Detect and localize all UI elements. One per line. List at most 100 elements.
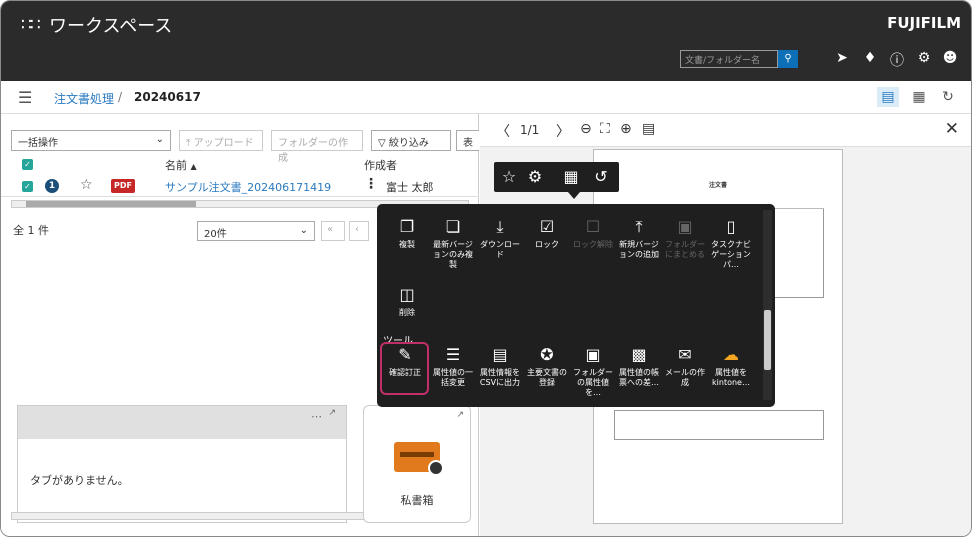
mailbox-panel[interactable]: ↗ 私書箱 bbox=[363, 405, 471, 523]
delete-label: 削除 bbox=[399, 308, 415, 317]
lock-icon: ☑ bbox=[539, 217, 555, 236]
menu-scrollbar[interactable] bbox=[763, 210, 772, 400]
task-navigation-button[interactable]: ▯ タスクナビゲーションパ… bbox=[708, 217, 754, 270]
confirm-correct-icon: ✎ bbox=[398, 345, 412, 364]
csv-export-label: 属性情報をCSVに出力 bbox=[479, 368, 521, 387]
chevron-down-icon: ⌄ bbox=[155, 134, 164, 145]
scrollbar-thumb[interactable] bbox=[26, 201, 196, 207]
confirm-correct-label: 確認訂正 bbox=[389, 368, 421, 377]
kintone-icon: ☁ bbox=[723, 345, 739, 364]
tab-panel-header: ⋯ ↗ bbox=[18, 406, 346, 439]
delete-button[interactable]: ◫ 削除 bbox=[384, 285, 430, 318]
gear-icon[interactable]: ⚙ bbox=[915, 50, 933, 66]
mail-create-label: メールの作成 bbox=[665, 368, 705, 387]
display-label: 表示 bbox=[463, 138, 473, 149]
fit-page-icon[interactable]: ⛶ bbox=[600, 121, 610, 137]
csv-export-button[interactable]: ▤ 属性情報をCSVに出力 bbox=[477, 345, 523, 388]
ledger-label: 属性値の帳票への差… bbox=[619, 368, 659, 387]
prev-page-icon[interactable]: 〈 bbox=[496, 121, 510, 141]
table-row[interactable]: ✓ 1 ☆ PDF サンプル注文書_202406171419 ⋮ 富士 太郎 bbox=[1, 175, 479, 197]
mail-create-button[interactable]: ✉ メールの作成 bbox=[662, 345, 708, 388]
upload-button[interactable]: ⤒ アップロード bbox=[179, 130, 263, 151]
column-creator-header[interactable]: 作成者 bbox=[364, 157, 397, 173]
list-view-icon[interactable]: ▤ bbox=[877, 87, 899, 107]
mailbox-label: 私書箱 bbox=[400, 494, 434, 507]
apps-grid-icon[interactable]: ▦ bbox=[560, 167, 582, 186]
expand-icon[interactable]: ↗ bbox=[328, 408, 336, 418]
app-window: ∷∷ ワークスペース FUJIFILM 文書/フォルダー名 ⚲ ➤ ♦ ⓘ ⚙ … bbox=[0, 0, 972, 537]
search-icon[interactable]: ⚲ bbox=[778, 50, 798, 68]
pdf-file-icon: PDF bbox=[111, 179, 135, 193]
page-size-select[interactable]: 20件 ⌄ bbox=[197, 221, 315, 241]
grid-view-icon[interactable]: ▦ bbox=[908, 87, 930, 107]
attr-bulk-label: 属性値の一括変更 bbox=[433, 368, 473, 387]
new-folder-button[interactable]: フォルダーの作成 bbox=[271, 130, 363, 164]
quick-toolbar: ☆ ⚙ ▦ ↺ bbox=[494, 162, 619, 192]
select-all-checkbox[interactable]: ✓ bbox=[22, 159, 33, 170]
menu-scrollbar-thumb[interactable] bbox=[764, 310, 771, 370]
hamburger-menu-icon[interactable]: ☰ bbox=[18, 88, 32, 107]
prev-page-button[interactable]: ‹ bbox=[349, 221, 369, 241]
document-name-link[interactable]: サンプル注文書_202406171419 bbox=[165, 179, 331, 195]
close-icon[interactable]: ✕ bbox=[945, 119, 959, 139]
download-label: ダウンロード bbox=[480, 240, 520, 259]
bulk-operation-select[interactable]: 一括操作 ⌄ bbox=[11, 130, 171, 151]
copy-icon: ❐ bbox=[399, 217, 415, 236]
star-icon[interactable]: ☆ bbox=[498, 167, 520, 186]
column-name-header[interactable]: 名前 ▲ bbox=[165, 157, 197, 173]
chevron-down-icon: ⌄ bbox=[299, 225, 308, 236]
bell-icon[interactable]: ♦ bbox=[861, 50, 879, 66]
unlock-icon: ☐ bbox=[585, 217, 601, 236]
bulk-operation-label: 一括操作 bbox=[18, 138, 58, 149]
download-button[interactable]: ⤓ ダウンロード bbox=[477, 217, 523, 260]
search-input[interactable]: 文書/フォルダー名 bbox=[680, 50, 778, 68]
expand-icon[interactable]: ↗ bbox=[456, 410, 464, 420]
unlock-label: ロック解除 bbox=[573, 240, 613, 249]
user-icon[interactable]: ☻ bbox=[941, 50, 959, 66]
breadcrumb-current: 20240617 bbox=[134, 90, 201, 104]
app-launcher-icon[interactable]: ∷∷ bbox=[21, 15, 41, 35]
folder-attr-button[interactable]: ▣ フォルダーの属性値を… bbox=[570, 345, 616, 398]
filter-button[interactable]: ▽ 絞り込み bbox=[371, 130, 451, 151]
folder-merge-button[interactable]: ▣ フォルダーにまとめる bbox=[662, 217, 708, 260]
zoom-out-icon[interactable]: ⊖ bbox=[580, 121, 592, 137]
gear-icon[interactable]: ⚙ bbox=[524, 167, 546, 186]
attr-bulk-button[interactable]: ☰ 属性値の一括変更 bbox=[430, 345, 476, 388]
lock-button[interactable]: ☑ ロック bbox=[524, 217, 570, 250]
filter-label: 絞り込み bbox=[388, 138, 429, 149]
main-doc-button[interactable]: ✪ 主要文書の登録 bbox=[524, 345, 570, 388]
action-menu: ❐ 複製 ❏ 最新バージョンのみ複製 ⤓ ダウンロード ☑ ロック ☐ ロック解除 ⤒ 新規… bbox=[377, 204, 775, 407]
version-badge: 1 bbox=[45, 179, 59, 193]
new-version-button[interactable]: ⤒ 新規バージョンの追加 bbox=[616, 217, 662, 260]
star-icon[interactable]: ☆ bbox=[80, 177, 93, 193]
brand-logo: FUJIFILM bbox=[887, 14, 961, 32]
copy-latest-button[interactable]: ❏ 最新バージョンのみ複製 bbox=[430, 217, 476, 270]
mailbox-slot bbox=[400, 452, 434, 457]
help-icon[interactable]: ⓘ bbox=[888, 50, 906, 70]
list-header: ✓ 名前 ▲ 作成者 bbox=[1, 154, 479, 174]
tab-panel: ⋯ ↗ タブがありません。 bbox=[17, 405, 347, 523]
task-navigation-label: タスクナビゲーションパ… bbox=[711, 240, 751, 269]
refresh-icon[interactable]: ↻ bbox=[937, 87, 959, 107]
new-version-label: 新規バージョンの追加 bbox=[619, 240, 659, 259]
row-more-icon[interactable]: ⋮ bbox=[364, 176, 378, 192]
filter-icon: ▽ bbox=[378, 138, 386, 149]
kintone-button[interactable]: ☁ 属性値をkintone… bbox=[708, 345, 754, 388]
breadcrumb-root[interactable]: 注文書処理 bbox=[54, 90, 114, 107]
copy-label: 複製 bbox=[399, 240, 415, 249]
zoom-in-icon[interactable]: ⊕ bbox=[620, 121, 632, 137]
history-icon[interactable]: ↺ bbox=[590, 167, 612, 186]
next-page-icon[interactable]: 〉 bbox=[556, 121, 570, 141]
display-button[interactable]: 表示 bbox=[456, 130, 479, 151]
main-doc-icon: ✪ bbox=[540, 345, 554, 364]
send-icon[interactable]: ➤ bbox=[833, 50, 851, 66]
more-icon[interactable]: ⋯ bbox=[311, 410, 322, 423]
row-checkbox[interactable]: ✓ bbox=[22, 181, 33, 192]
comment-icon[interactable]: ▤ bbox=[642, 121, 655, 137]
unlock-button[interactable]: ☐ ロック解除 bbox=[570, 217, 616, 250]
breadcrumb-bar: ☰ 注文書処理 / 20240617 ▤ ▦ ↻ bbox=[1, 81, 971, 114]
ledger-button[interactable]: ▩ 属性値の帳票への差… bbox=[616, 345, 662, 388]
copy-button[interactable]: ❐ 複製 bbox=[384, 217, 430, 250]
confirm-correct-button[interactable]: ✎ 確認訂正 bbox=[382, 345, 428, 378]
first-page-button[interactable]: « bbox=[321, 221, 345, 241]
